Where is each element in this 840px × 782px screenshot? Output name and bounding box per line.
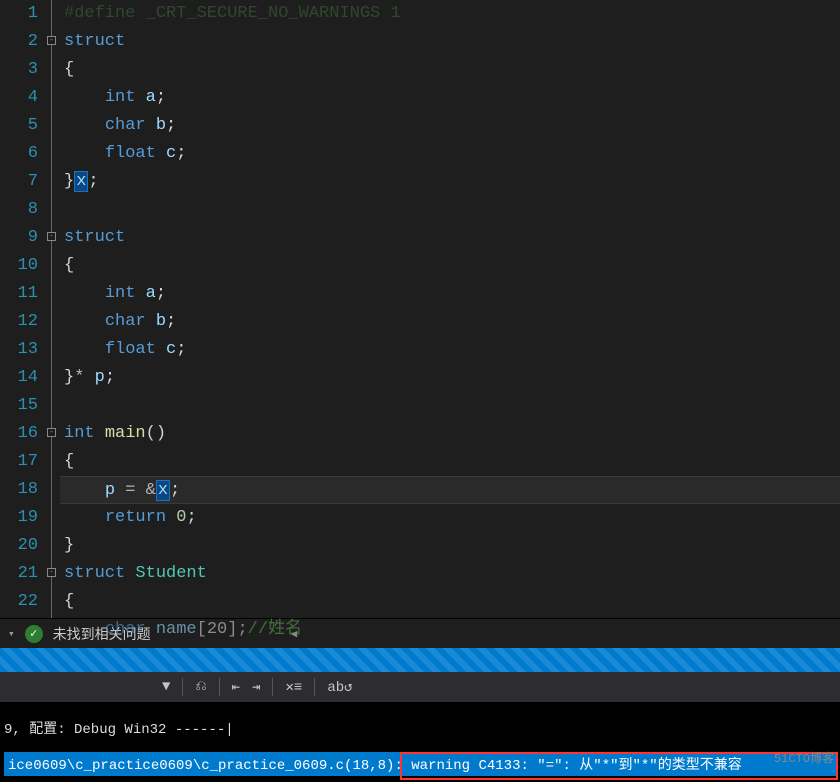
line-number: 5 [0, 112, 38, 140]
fold-toggle-icon[interactable]: - [47, 232, 56, 241]
next-message-icon[interactable]: ⇥ [252, 679, 260, 696]
line-number-gutter: 1 2 3 4 5 6 7 8 9 10 11 12 13 14 15 16 1… [0, 0, 46, 618]
output-pane[interactable]: 9, 配置: Debug Win32 ------| ice0609\c_pra… [0, 702, 840, 782]
current-line[interactable]: p = &x; [60, 476, 840, 504]
code-line[interactable]: { [60, 252, 840, 280]
line-number: 13 [0, 336, 38, 364]
code-line[interactable]: }x; [60, 168, 840, 196]
highlight-match: x [74, 171, 88, 192]
wrap-icon[interactable]: ab↺ [327, 679, 352, 696]
line-number: 16 [0, 420, 38, 448]
code-line[interactable]: }* p; [60, 364, 840, 392]
code-line[interactable]: float c; [60, 140, 840, 168]
code-line[interactable]: { [60, 448, 840, 476]
check-icon: ✓ [25, 625, 43, 643]
dropdown-icon[interactable]: ▼ [162, 679, 170, 695]
separator [314, 678, 315, 696]
code-content[interactable]: #define _CRT_SECURE_NO_WARNINGS 1 struct… [60, 0, 840, 618]
highlight-match: x [156, 480, 170, 501]
line-number: 8 [0, 196, 38, 224]
warning-highlight-box [400, 752, 838, 780]
prev-message-icon[interactable]: ⇤ [232, 679, 240, 696]
output-line: 9, 配置: Debug Win32 ------| [4, 718, 836, 738]
line-number: 1 [0, 0, 38, 28]
code-line[interactable]: struct [60, 28, 840, 56]
line-number: 9 [0, 224, 38, 252]
line-number: 10 [0, 252, 38, 280]
code-line[interactable] [60, 196, 840, 224]
goto-icon[interactable]: ⎌ [195, 679, 206, 695]
code-line[interactable]: int main() [60, 420, 840, 448]
clear-icon[interactable]: ✕≡ [285, 679, 302, 696]
code-line[interactable]: { [60, 56, 840, 84]
code-line[interactable] [60, 392, 840, 420]
line-number: 2 [0, 28, 38, 56]
line-number: 3 [0, 56, 38, 84]
dropdown-icon[interactable]: ▾ [8, 627, 15, 641]
line-number: 4 [0, 84, 38, 112]
code-line[interactable]: } [60, 532, 840, 560]
separator [219, 678, 220, 696]
code-line[interactable]: char b; [60, 308, 840, 336]
fold-column[interactable]: - - - - [46, 0, 60, 618]
code-line[interactable]: float c; [60, 336, 840, 364]
fold-toggle-icon[interactable]: - [47, 36, 56, 45]
separator [182, 678, 183, 696]
code-editor[interactable]: 1 2 3 4 5 6 7 8 9 10 11 12 13 14 15 16 1… [0, 0, 840, 618]
line-number: 22 [0, 588, 38, 616]
code-line[interactable]: struct [60, 224, 840, 252]
code-line[interactable]: #define _CRT_SECURE_NO_WARNINGS 1 [60, 0, 840, 28]
line-number: 20 [0, 532, 38, 560]
line-number: 18 [0, 476, 38, 504]
fold-toggle-icon[interactable]: - [47, 568, 56, 577]
line-number: 19 [0, 504, 38, 532]
watermark: 51CTO博客 [774, 749, 834, 766]
code-line[interactable]: int a; [60, 280, 840, 308]
code-line[interactable]: char name[20];//姓名 [60, 616, 840, 644]
line-number: 12 [0, 308, 38, 336]
line-number: 7 [0, 168, 38, 196]
line-number: 15 [0, 392, 38, 420]
code-line[interactable]: char b; [60, 112, 840, 140]
debug-status-bar [0, 648, 840, 672]
line-number: 21 [0, 560, 38, 588]
line-number: 6 [0, 140, 38, 168]
code-line[interactable]: int a; [60, 84, 840, 112]
code-line[interactable]: struct Student [60, 560, 840, 588]
fold-toggle-icon[interactable]: - [47, 428, 56, 437]
separator [272, 678, 273, 696]
line-number: 17 [0, 448, 38, 476]
output-toolbar[interactable]: ▼ ⎌ ⇤ ⇥ ✕≡ ab↺ [0, 672, 840, 702]
line-number: 14 [0, 364, 38, 392]
line-number: 11 [0, 280, 38, 308]
code-line[interactable]: return 0; [60, 504, 840, 532]
code-line[interactable]: { [60, 588, 840, 616]
